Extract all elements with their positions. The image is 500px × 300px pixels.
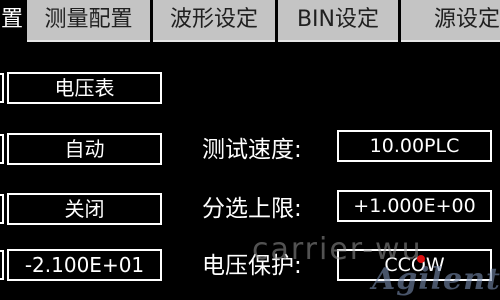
toggle-setting-field[interactable]: 关闭 xyxy=(7,193,162,225)
lower-limit-field[interactable]: -2.100E+01 xyxy=(7,249,162,281)
logo-spark-icon xyxy=(417,255,425,263)
range-mode-field[interactable]: 自动 xyxy=(7,133,162,165)
tab-source-setting[interactable]: 源设定 xyxy=(401,0,500,42)
upper-limit-label: 分选上限: xyxy=(202,196,302,222)
meter-mode-field[interactable]: 电压表 xyxy=(7,72,162,104)
row2-label-stub xyxy=(0,134,4,164)
tab-waveform-setting[interactable]: 波形设定 xyxy=(153,0,275,42)
tab-bar: 置 测量配置 波形设定 BIN设定 源设定 xyxy=(0,0,500,42)
test-speed-field[interactable]: 10.00PLC xyxy=(337,130,492,162)
upper-limit-field[interactable]: +1.000E+00 xyxy=(337,190,492,222)
test-speed-label: 测试速度: xyxy=(202,137,302,163)
tab-current[interactable]: 置 xyxy=(0,0,25,40)
instrument-screen: 置 测量配置 波形设定 BIN设定 源设定 电压表 自动 关闭 -2.100E+… xyxy=(0,0,500,300)
row4-label-stub xyxy=(0,250,4,280)
row1-label-stub xyxy=(0,73,4,103)
row3-label-stub xyxy=(0,194,4,224)
tab-bin-setting[interactable]: BIN设定 xyxy=(278,0,398,42)
tab-measure-config[interactable]: 测量配置 xyxy=(27,0,150,42)
agilent-logo-watermark: Agilent xyxy=(372,262,500,297)
